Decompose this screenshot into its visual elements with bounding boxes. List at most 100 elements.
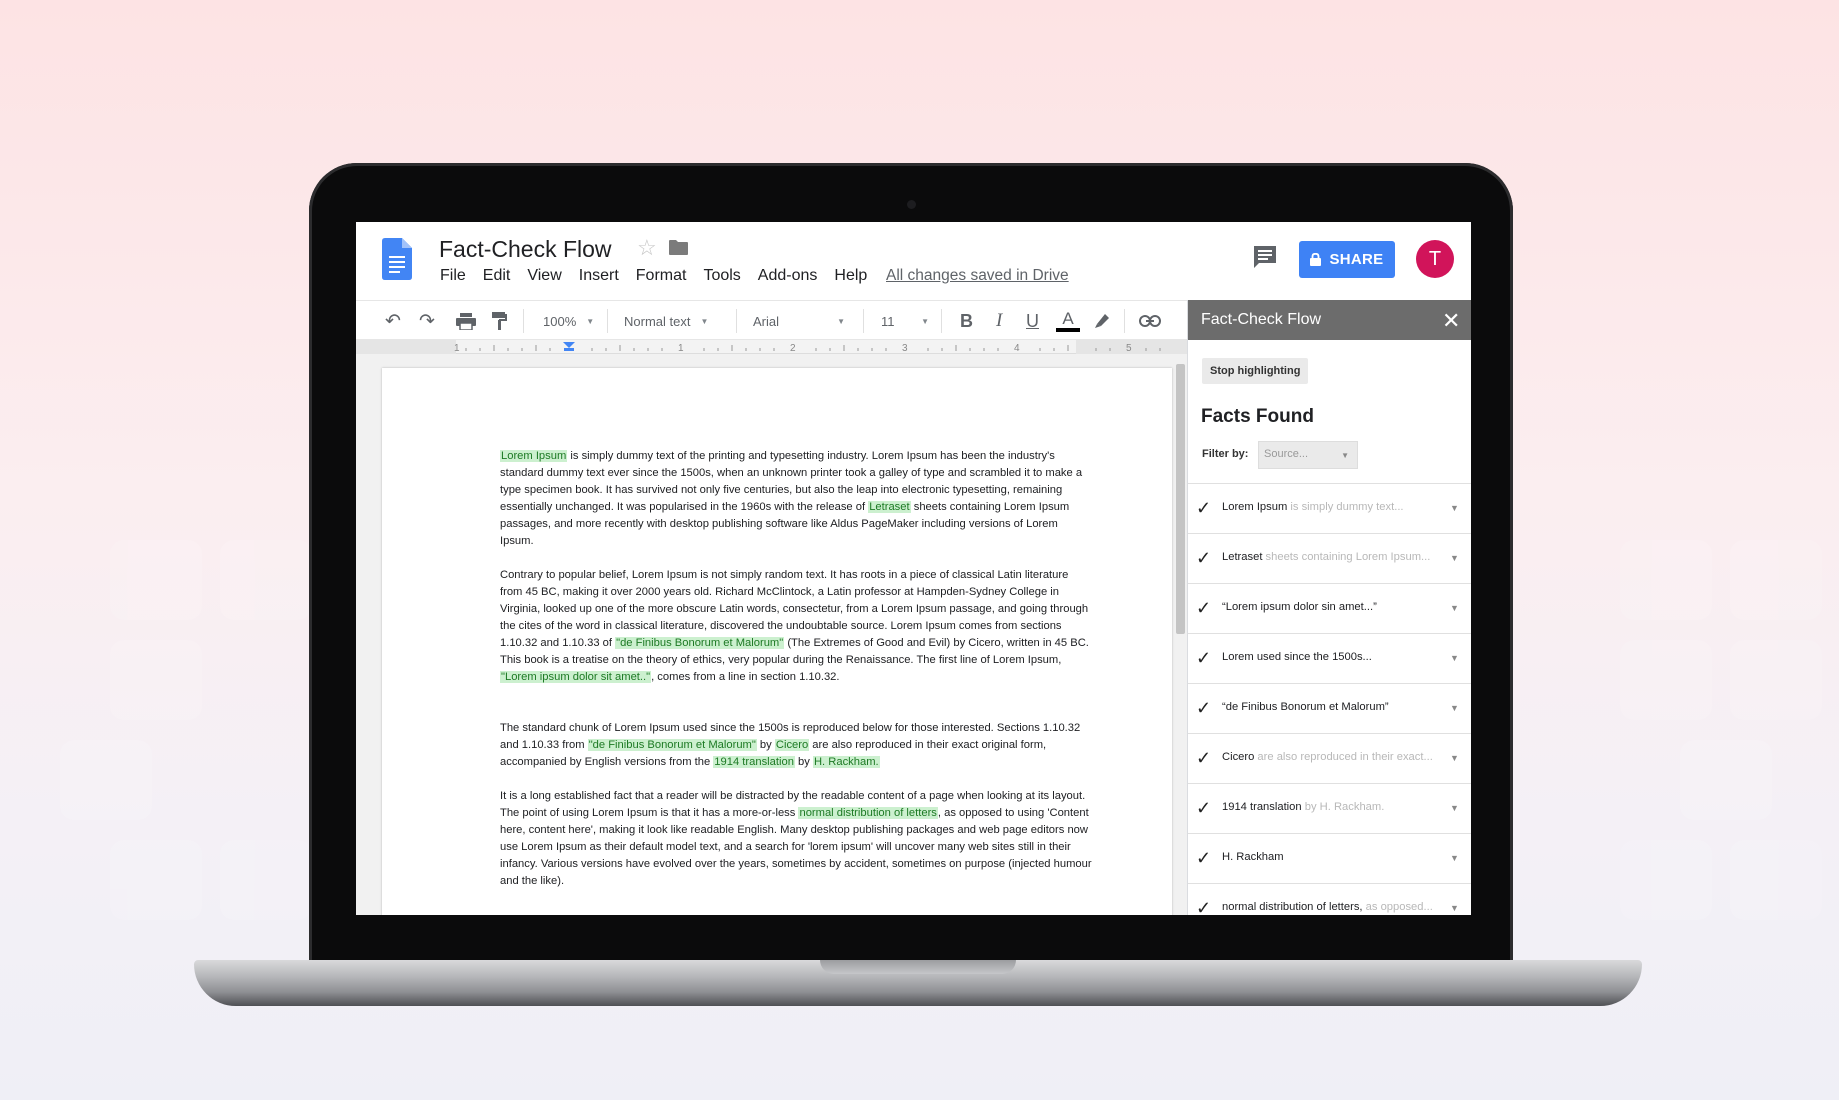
menu-tools[interactable]: Tools	[703, 267, 740, 285]
zoom-select[interactable]: 100% ▼	[543, 301, 594, 341]
check-icon[interactable]: ✓	[1196, 748, 1211, 769]
fact-item[interactable]: ✓ Lorem Ipsum is simply dummy text... ▼	[1188, 483, 1471, 533]
fact-item[interactable]: ✓ “Lorem ipsum dolor sin amet...” ▼	[1188, 583, 1471, 633]
facts-heading: Facts Found	[1201, 406, 1314, 427]
ruler-number: 1	[678, 343, 684, 354]
share-label: SHARE	[1329, 251, 1384, 268]
bold-button[interactable]: B	[960, 301, 973, 341]
check-icon[interactable]: ✓	[1196, 698, 1211, 719]
link-icon[interactable]	[1139, 315, 1161, 327]
paragraph-3[interactable]: The standard chunk of Lorem Ipsum used s…	[500, 720, 1092, 771]
menu-edit[interactable]: Edit	[483, 267, 511, 285]
folder-icon[interactable]	[669, 240, 688, 255]
font-size-select[interactable]: 11 ▼	[881, 301, 929, 341]
menu-file[interactable]: File	[440, 267, 466, 285]
stop-highlighting-button[interactable]: Stop highlighting	[1202, 358, 1309, 384]
chevron-down-icon[interactable]: ▼	[1450, 803, 1459, 813]
fact-highlight[interactable]: "de Finibus Bonorum et Malorum"	[587, 739, 757, 751]
chevron-down-icon[interactable]: ▼	[1450, 753, 1459, 763]
fact-item[interactable]: ✓ normal distribution of letters, as oppo…	[1188, 883, 1471, 915]
underline-button[interactable]: U	[1026, 301, 1039, 341]
text-color-letter: A	[1062, 309, 1074, 328]
chevron-down-icon[interactable]: ▼	[1450, 503, 1459, 513]
close-icon[interactable]: ✕	[1442, 308, 1460, 334]
ruler-number: 4	[1014, 343, 1020, 354]
document-page[interactable]: Lorem Ipsum is simply dummy text of the …	[382, 368, 1172, 915]
share-button[interactable]: SHARE	[1299, 241, 1395, 278]
highlight-pen-icon[interactable]	[1094, 311, 1112, 329]
menu-addons[interactable]: Add-ons	[758, 267, 818, 285]
fact-highlight[interactable]: Lorem Ipsum	[500, 450, 568, 462]
fact-text: 1914 translation by H. Rackham.	[1222, 801, 1385, 813]
fact-highlight[interactable]: Cicero	[774, 739, 810, 751]
check-icon[interactable]: ✓	[1196, 598, 1211, 619]
check-icon[interactable]: ✓	[1196, 798, 1211, 819]
check-icon[interactable]: ✓	[1196, 548, 1211, 569]
fact-highlight[interactable]: "de Finibus Bonorum et Malorum"	[615, 637, 785, 649]
paragraph-2[interactable]: Contrary to popular belief, Lorem Ipsum …	[500, 567, 1092, 686]
chevron-down-icon[interactable]: ▼	[1450, 903, 1459, 913]
fact-item[interactable]: ✓ “de Finibus Bonorum et Malorum” ▼	[1188, 683, 1471, 733]
paint-format-icon[interactable]	[492, 312, 507, 330]
check-icon[interactable]: ✓	[1196, 848, 1211, 869]
ruler-scale: 1 1 2 3 4 5	[356, 340, 1187, 354]
chevron-down-icon[interactable]: ▼	[1450, 603, 1459, 613]
docs-window: Fact-Check Flow ☆ File Edit View Insert …	[356, 222, 1471, 915]
comment-icon[interactable]	[1252, 244, 1278, 270]
font-select[interactable]: Arial ▼	[753, 301, 845, 341]
star-icon[interactable]: ☆	[637, 235, 657, 261]
print-icon[interactable]	[456, 313, 476, 330]
fact-item[interactable]: ✓ 1914 translation by H. Rackham. ▼	[1188, 783, 1471, 833]
save-status-link[interactable]: All changes saved in Drive	[886, 267, 1069, 285]
redo-icon[interactable]: ↷	[419, 301, 435, 341]
docs-logo-icon[interactable]	[382, 238, 412, 280]
ruler-number: 5	[1126, 343, 1132, 354]
fact-item[interactable]: ✓ Letraset sheets containing Lorem Ipsum.…	[1188, 533, 1471, 583]
menu-format[interactable]: Format	[636, 267, 687, 285]
fact-item[interactable]: ✓ H. Rackham ▼	[1188, 833, 1471, 883]
document-canvas[interactable]: Lorem Ipsum is simply dummy text of the …	[356, 354, 1187, 915]
italic-button[interactable]: I	[996, 301, 1002, 341]
fact-text: Cicero are also reproduced in their exac…	[1222, 751, 1433, 763]
fact-highlight[interactable]: normal distribution of letters	[798, 807, 938, 819]
fact-item[interactable]: ✓ Lorem used since the 1500s... ▼	[1188, 633, 1471, 683]
paragraph-4[interactable]: It is a long established fact that a rea…	[500, 788, 1092, 890]
laptop-base	[194, 960, 1642, 1006]
check-icon[interactable]: ✓	[1196, 648, 1211, 669]
text-color-swatch	[1056, 328, 1080, 332]
chevron-down-icon[interactable]: ▼	[1450, 653, 1459, 663]
paragraph-text: , comes from a line in section 1.10.32.	[651, 671, 840, 683]
avatar[interactable]: T	[1416, 240, 1454, 278]
chevron-down-icon: ▼	[1341, 451, 1349, 460]
editing-toolbar: ↶ ↷ 100% ▼ Normal text ▼ Arial ▼ 11 ▼ B I U …	[356, 300, 1187, 340]
menu-help[interactable]: Help	[834, 267, 867, 285]
chevron-down-icon[interactable]: ▼	[1450, 553, 1459, 563]
menu-bar: File Edit View Insert Format Tools Add-o…	[440, 267, 884, 285]
fact-text: Lorem used since the 1500s...	[1222, 651, 1372, 663]
fact-highlight[interactable]: H. Rackham.	[812, 756, 880, 768]
ruler-number: 3	[902, 343, 908, 354]
source-filter-select[interactable]: Source... ▼	[1258, 441, 1358, 469]
fact-highlight[interactable]: 1914 translation	[713, 756, 795, 768]
undo-icon[interactable]: ↶	[385, 301, 401, 341]
document-body[interactable]: Lorem Ipsum is simply dummy text of the …	[500, 448, 1092, 907]
chevron-down-icon[interactable]: ▼	[1450, 703, 1459, 713]
paragraph-text: , as opposed to using 'Content here, con…	[500, 807, 1092, 887]
paragraph-1[interactable]: Lorem Ipsum is simply dummy text of the …	[500, 448, 1092, 550]
menu-insert[interactable]: Insert	[579, 267, 619, 285]
style-select[interactable]: Normal text ▼	[624, 301, 708, 341]
fact-highlight[interactable]: "Lorem ipsum dolor sit amet.."	[500, 671, 652, 683]
document-title[interactable]: Fact-Check Flow	[439, 236, 612, 263]
sidebar-header: Fact-Check Flow ✕	[1188, 300, 1471, 340]
scroll-thumb[interactable]	[1176, 364, 1185, 634]
fact-item[interactable]: ✓ Cicero are also reproduced in their exa…	[1188, 733, 1471, 783]
check-icon[interactable]: ✓	[1196, 498, 1211, 519]
menu-view[interactable]: View	[527, 267, 561, 285]
check-icon[interactable]: ✓	[1196, 898, 1211, 915]
text-color-button[interactable]: A	[1056, 301, 1080, 341]
fact-text: “Lorem ipsum dolor sin amet...”	[1222, 601, 1377, 613]
chevron-down-icon[interactable]: ▼	[1450, 853, 1459, 863]
ruler[interactable]: 1 1 2 3 4 5	[356, 340, 1187, 354]
ruler-number: 2	[790, 343, 796, 354]
fact-highlight[interactable]: Letraset	[868, 501, 911, 513]
